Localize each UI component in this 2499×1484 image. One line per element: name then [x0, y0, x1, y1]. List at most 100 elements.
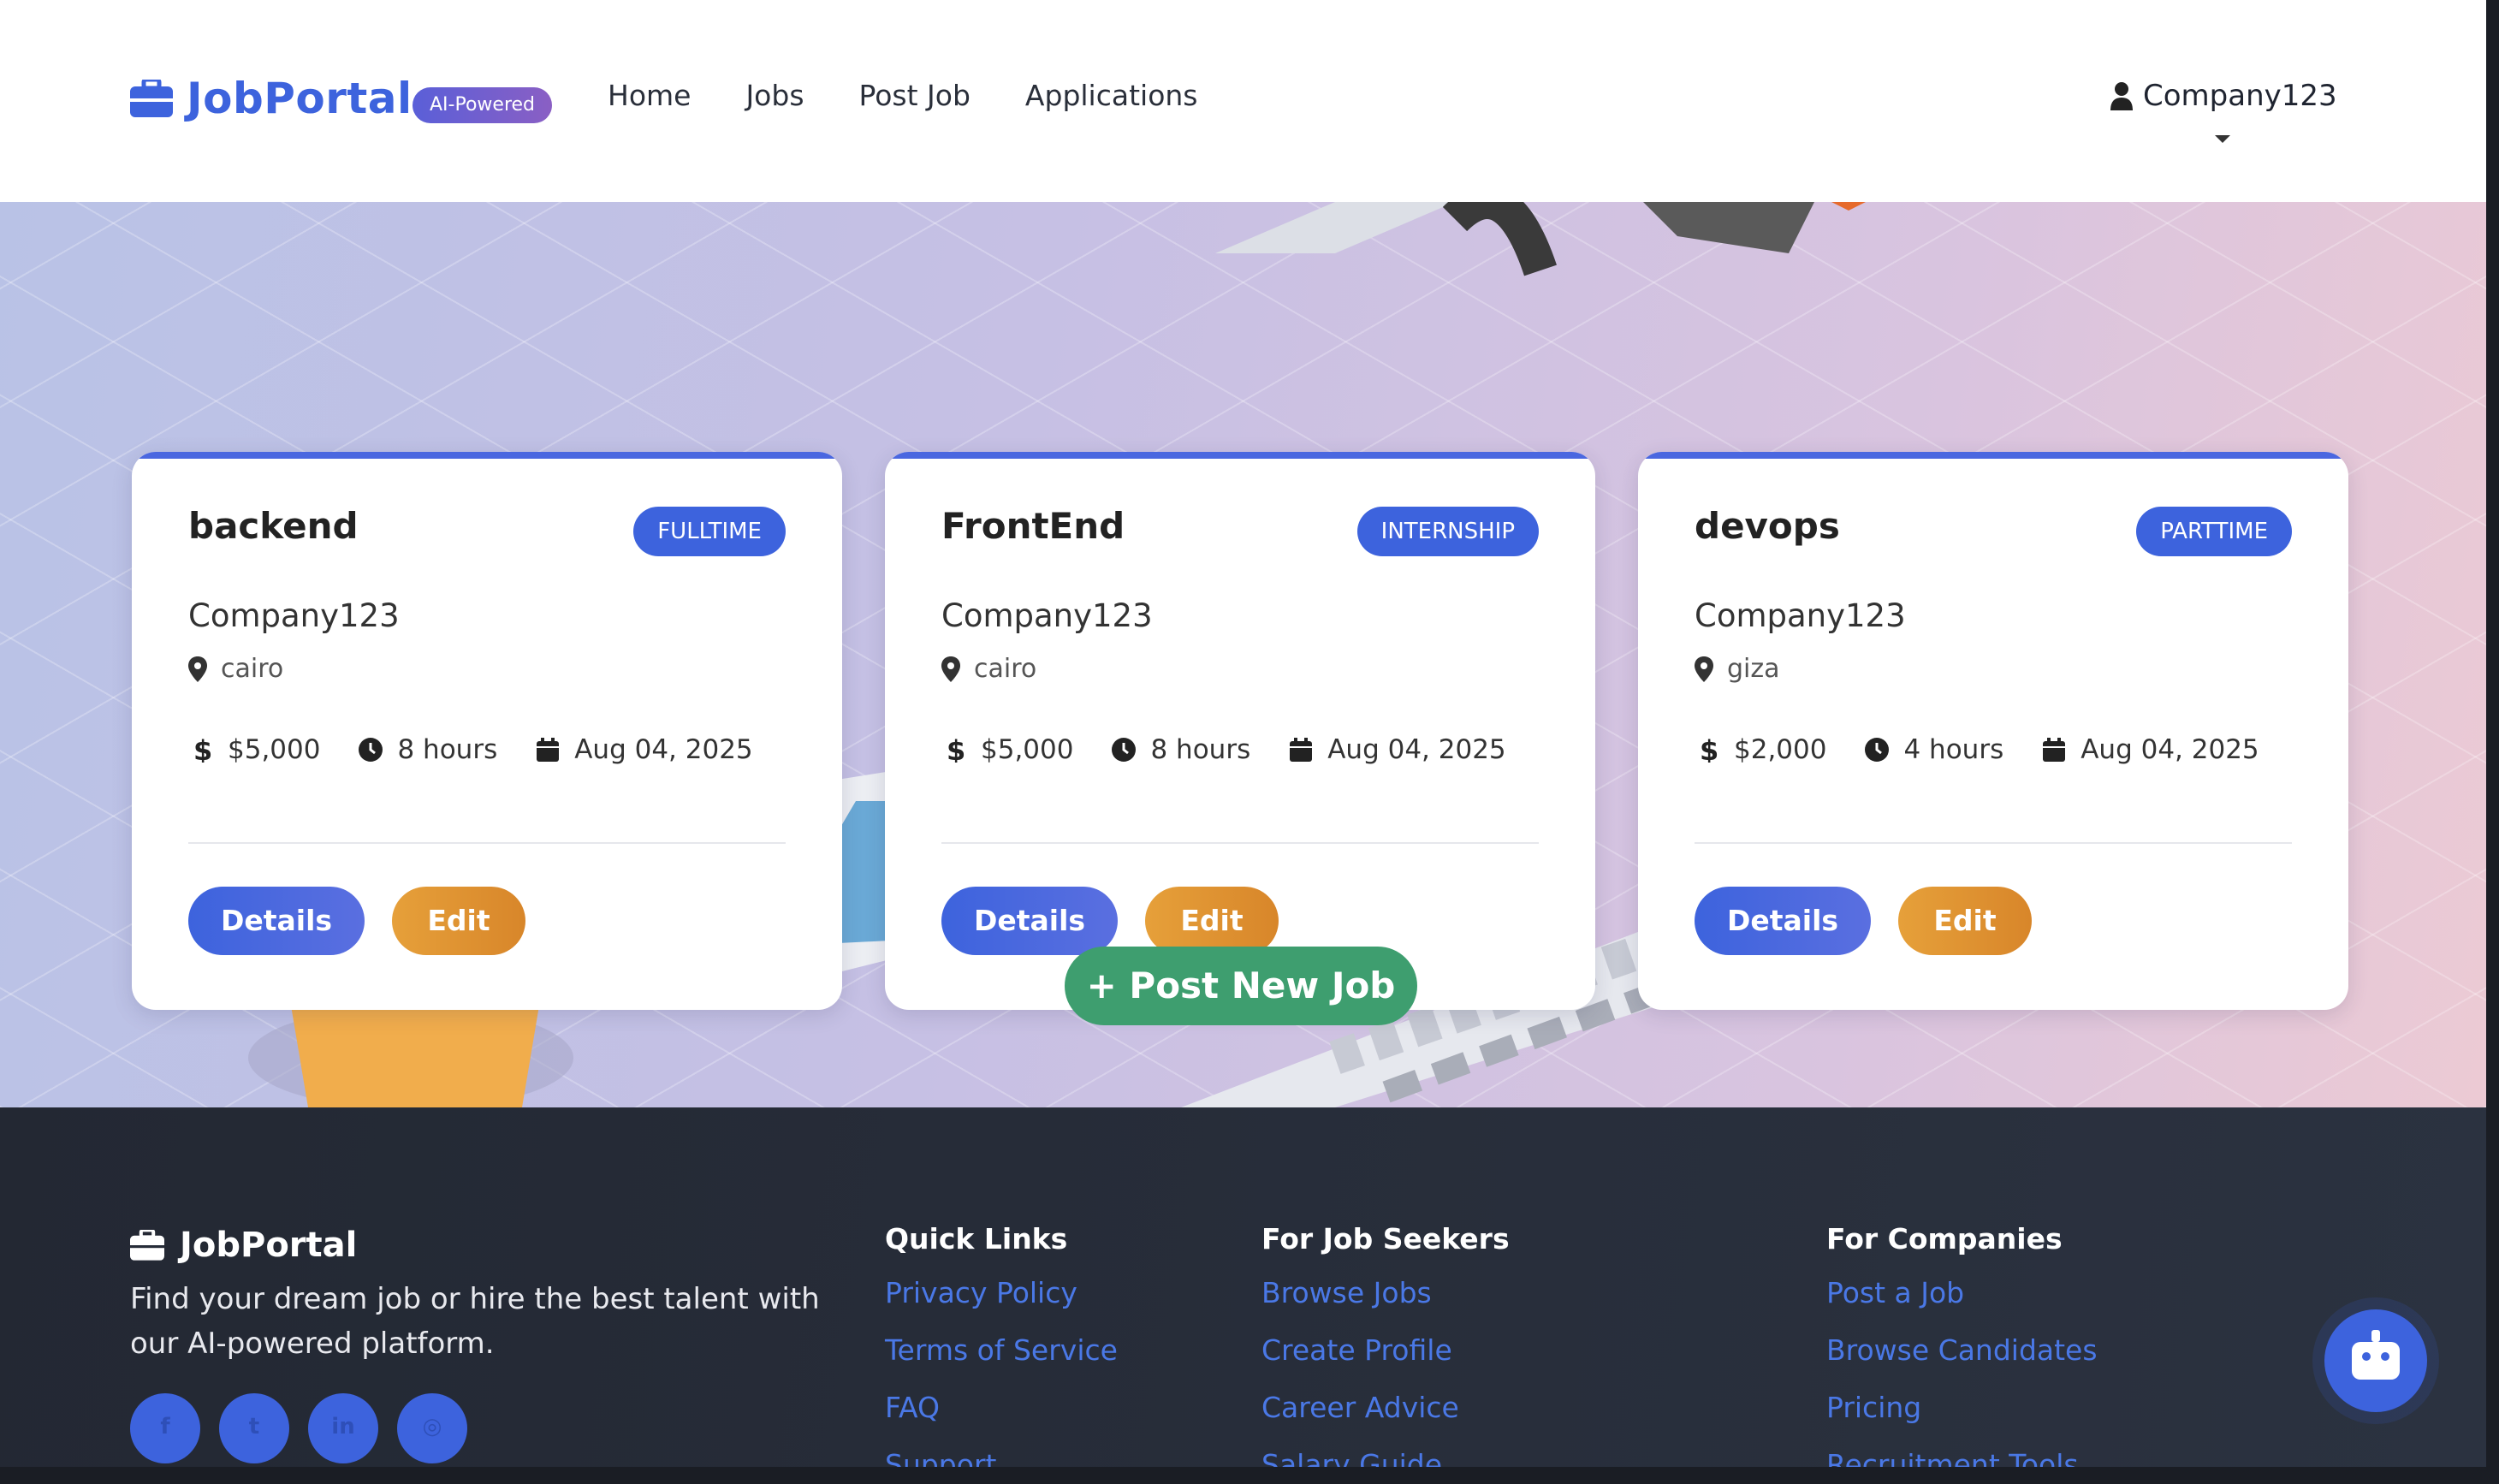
job-card: backend FULLTIME Company123 cairo $ $5,0… [132, 452, 842, 1010]
footer-link[interactable]: Support [885, 1446, 1118, 1467]
job-title: backend [188, 505, 359, 547]
linkedin-icon[interactable]: in [308, 1393, 378, 1463]
dollar-icon: $ [188, 734, 214, 767]
footer-brand: JobPortal [130, 1226, 357, 1265]
footer-col-title: For Companies [1826, 1222, 2063, 1255]
details-button[interactable]: Details [188, 887, 365, 955]
navbar: JobPortal AI-Powered Home Jobs Post Job … [0, 0, 2486, 202]
company-name: Company123 [941, 597, 1153, 634]
calendar-icon [535, 737, 561, 763]
social-links: f t in ◎ [130, 1393, 486, 1463]
details-button[interactable]: Details [941, 887, 1118, 955]
divider [1695, 842, 2292, 844]
job-card: devops PARTTIME Company123 giza $ $2,000… [1638, 452, 2348, 1010]
salary-text: $5,000 [228, 734, 321, 765]
nav-jobs[interactable]: Jobs [745, 79, 804, 112]
date: Aug 04, 2025 [535, 734, 753, 765]
calendar-icon [2041, 737, 2067, 763]
footer-link[interactable]: Post a Job [1826, 1274, 2098, 1332]
date-text: Aug 04, 2025 [574, 734, 753, 765]
hero-section: backend FULLTIME Company123 cairo $ $5,0… [0, 202, 2486, 1107]
ai-powered-badge: AI-Powered [413, 87, 553, 123]
job-type-badge: PARTTIME [2136, 507, 2292, 556]
footer-link[interactable]: FAQ [885, 1389, 1118, 1446]
twitter-icon[interactable]: t [219, 1393, 289, 1463]
footer-link[interactable]: Salary Guide [1261, 1446, 1510, 1467]
salary: $ $5,000 [188, 734, 321, 767]
briefcase-icon [130, 77, 173, 117]
instagram-icon[interactable]: ◎ [397, 1393, 467, 1463]
nav-applications[interactable]: Applications [1025, 79, 1198, 112]
hours-text: 4 hours [1903, 734, 2004, 765]
robot-icon [2352, 1342, 2400, 1380]
footer-link[interactable]: Create Profile [1261, 1332, 1510, 1389]
map-pin-icon [941, 656, 960, 682]
job-location: giza [1695, 654, 1780, 684]
clock-icon [1111, 737, 1137, 763]
footer-col-quick-links: Quick Links Privacy Policy Terms of Serv… [885, 1222, 1118, 1467]
user-name: Company123 [2143, 79, 2337, 113]
footer-link[interactable]: Pricing [1826, 1389, 2098, 1446]
map-pin-icon [1695, 656, 1713, 682]
company-name: Company123 [1695, 597, 1906, 634]
date: Aug 04, 2025 [2041, 734, 2259, 765]
salary-text: $5,000 [981, 734, 1074, 765]
salary: $ $2,000 [1695, 734, 1827, 767]
post-new-job-button[interactable]: + Post New Job [1065, 947, 1417, 1025]
job-meta: $ $5,000 8 hours Aug 04, 2025 [188, 734, 791, 767]
job-meta: $ $2,000 4 hours Aug 04, 2025 [1695, 734, 2297, 767]
brand-logo[interactable]: JobPortal [130, 74, 413, 123]
chatbot-button[interactable] [2324, 1309, 2427, 1412]
calendar-icon [1288, 737, 1314, 763]
divider [188, 842, 786, 844]
date-text: Aug 04, 2025 [1327, 734, 1506, 765]
salary-text: $2,000 [1734, 734, 1827, 765]
details-button[interactable]: Details [1695, 887, 1871, 955]
job-type-badge: FULLTIME [633, 507, 786, 556]
page: JobPortal AI-Powered Home Jobs Post Job … [0, 0, 2486, 1467]
user-icon [2110, 81, 2133, 110]
nav-home[interactable]: Home [608, 79, 691, 112]
hours-text: 8 hours [1150, 734, 1251, 765]
date-text: Aug 04, 2025 [2081, 734, 2259, 765]
footer-link[interactable]: Recruitment Tools [1826, 1446, 2098, 1467]
hours-text: 8 hours [397, 734, 498, 765]
divider [941, 842, 1539, 844]
footer-link[interactable]: Browse Jobs [1261, 1274, 1510, 1332]
job-type-badge: INTERNSHIP [1356, 507, 1539, 556]
footer-link[interactable]: Career Advice [1261, 1389, 1510, 1446]
edit-button[interactable]: Edit [392, 887, 525, 955]
location-text: cairo [221, 654, 284, 684]
chevron-down-icon[interactable] [2215, 135, 2230, 143]
edit-button[interactable]: Edit [1145, 887, 1279, 955]
location-text: cairo [974, 654, 1037, 684]
footer-col-title: Quick Links [885, 1222, 1068, 1255]
briefcase-icon [130, 1228, 164, 1261]
job-title: FrontEnd [941, 505, 1125, 547]
hours: 8 hours [358, 734, 497, 765]
job-title: devops [1695, 505, 1840, 547]
edit-button[interactable]: Edit [1898, 887, 2032, 955]
robot-antenna [2371, 1330, 2380, 1342]
location-text: giza [1727, 654, 1780, 684]
footer-link[interactable]: Terms of Service [885, 1332, 1118, 1389]
salary: $ $5,000 [941, 734, 1074, 767]
dollar-icon: $ [1695, 734, 1720, 767]
svg-text:$: $ [947, 737, 965, 763]
company-name: Company123 [188, 597, 400, 634]
footer: JobPortal Find your dream job or hire th… [0, 1107, 2486, 1467]
footer-link[interactable]: Privacy Policy [885, 1274, 1118, 1332]
job-meta: $ $5,000 8 hours Aug 04, 2025 [941, 734, 1544, 767]
nav-links: Home Jobs Post Job Applications [608, 79, 1253, 112]
facebook-icon[interactable]: f [130, 1393, 200, 1463]
brand-name: JobPortal [187, 74, 413, 123]
nav-post-job[interactable]: Post Job [859, 79, 971, 112]
footer-link[interactable]: Browse Candidates [1826, 1332, 2098, 1389]
footer-col-companies: For Companies Post a Job Browse Candidat… [1826, 1222, 2098, 1467]
hours: 4 hours [1864, 734, 2003, 765]
footer-description: Find your dream job or hire the best tal… [130, 1282, 820, 1361]
svg-text:$: $ [1700, 737, 1718, 763]
hours: 8 hours [1111, 734, 1250, 765]
user-menu[interactable]: Company123 [2110, 79, 2337, 113]
map-pin-icon [188, 656, 207, 682]
